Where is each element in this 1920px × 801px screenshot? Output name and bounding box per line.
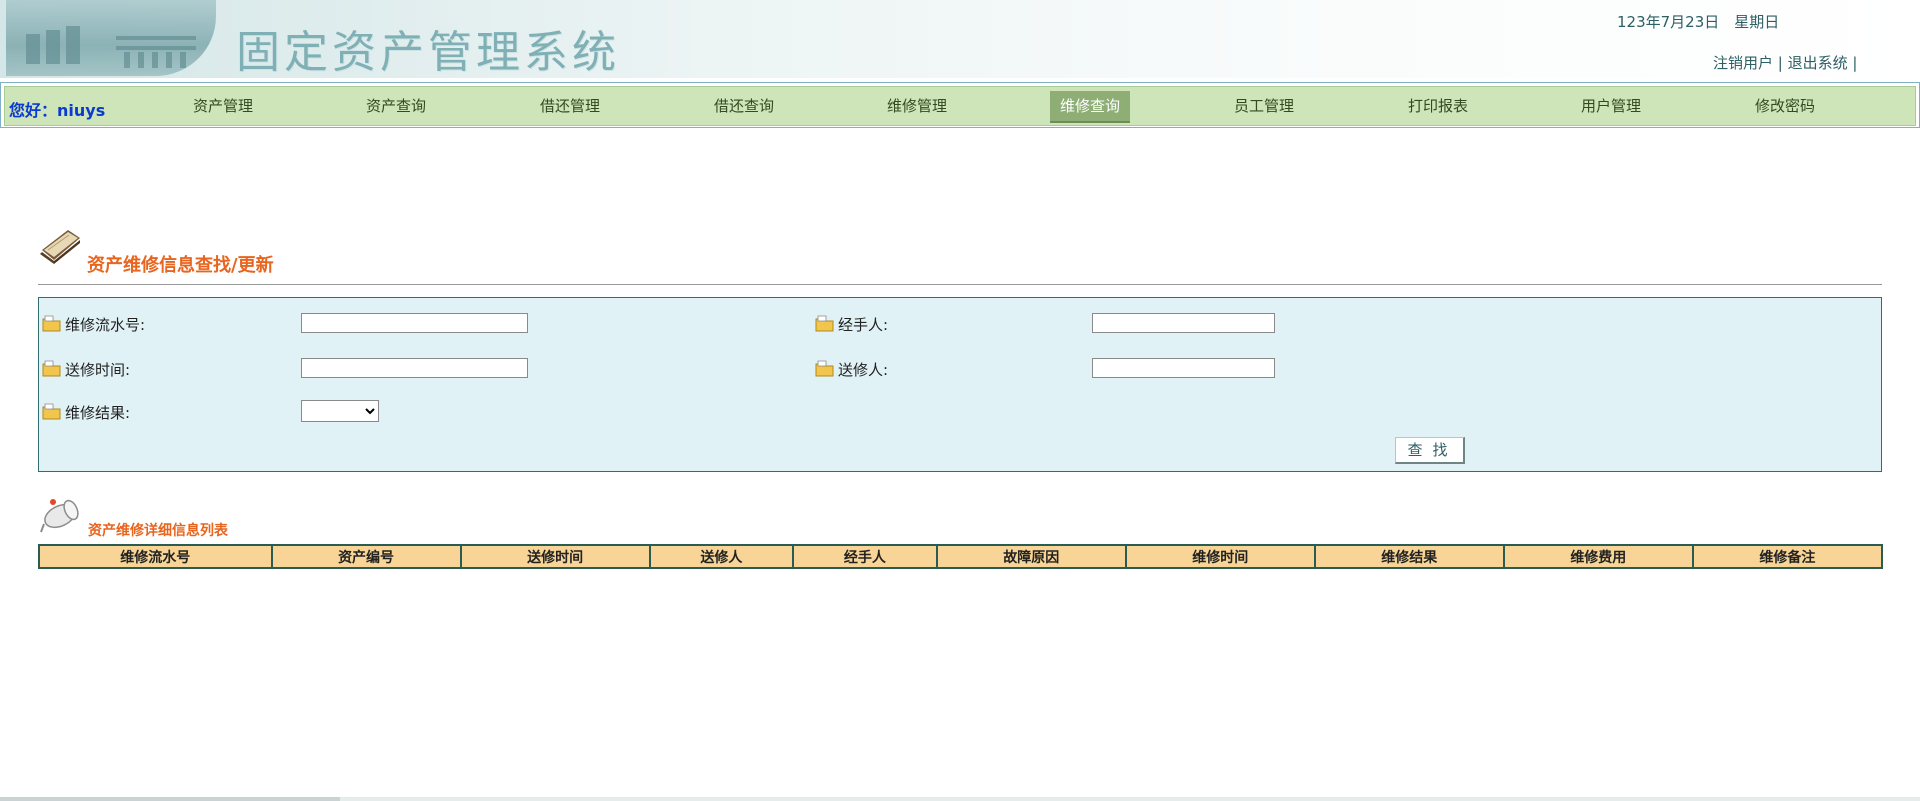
folder-icon <box>42 403 61 420</box>
nav-item-change-password[interactable]: 修改密码 <box>1745 91 1825 121</box>
nav-item-repair-management[interactable]: 维修管理 <box>877 91 957 121</box>
logout-user-link[interactable]: 注销用户 <box>1713 54 1773 72</box>
col-repair-note[interactable]: 维修备注 <box>1691 544 1884 569</box>
sender-label: 送修人: <box>838 361 889 379</box>
folder-icon <box>815 360 834 377</box>
sender-label-row: 送修人: <box>815 359 888 380</box>
link-separator: | <box>1777 54 1788 72</box>
col-serial-number[interactable]: 维修流水号 <box>38 544 273 569</box>
send-time-label-row: 送修时间: <box>42 359 130 380</box>
col-send-time[interactable]: 送修时间 <box>459 544 651 569</box>
col-sender[interactable]: 送修人 <box>648 544 795 569</box>
horizontal-scrollbar[interactable] <box>0 797 1920 801</box>
app-header: 固定资产管理系统 123年7月23日 星期日 注销用户 | 退出系统 | <box>0 0 1920 78</box>
folder-icon <box>42 315 61 332</box>
nav-item-repair-query[interactable]: 维修查询 <box>1049 91 1131 123</box>
nav-item-user-management[interactable]: 用户管理 <box>1571 91 1651 121</box>
send-time-label: 送修时间: <box>65 361 131 379</box>
user-greeting: 您好：niuys <box>9 101 106 120</box>
send-time-input[interactable] <box>301 358 528 378</box>
result-label-row: 维修结果: <box>42 402 130 423</box>
current-date: 123年7月23日 星期日 <box>1617 13 1780 31</box>
megaphone-icon <box>40 499 79 533</box>
serial-number-input[interactable] <box>301 313 528 333</box>
building-logo-icon <box>6 0 216 76</box>
search-section-title: 资产维修信息查找/更新 <box>87 255 274 276</box>
handler-input[interactable] <box>1092 313 1275 333</box>
handler-label: 经手人: <box>838 316 889 334</box>
col-handler[interactable]: 经手人 <box>792 544 938 569</box>
repair-result-select[interactable] <box>301 400 379 422</box>
table-header-row: 维修流水号 资产编号 送修时间 送修人 经手人 故障原因 维修时间 维修结果 维… <box>38 544 1884 569</box>
section-divider <box>38 284 1882 285</box>
list-section-title: 资产维修详细信息列表 <box>88 523 228 539</box>
col-repair-time[interactable]: 维修时间 <box>1124 544 1316 569</box>
nav-item-asset-management[interactable]: 资产管理 <box>183 91 263 121</box>
exit-system-link[interactable]: 退出系统 <box>1788 54 1848 72</box>
folder-icon <box>815 315 834 332</box>
col-repair-cost[interactable]: 维修费用 <box>1502 544 1694 569</box>
handler-label-row: 经手人: <box>815 314 888 335</box>
book-icon <box>40 230 80 264</box>
search-button[interactable]: 查找 <box>1395 437 1465 464</box>
main-nav: 您好：niuys 资产管理 资产查询 借还管理 借还查询 维修管理 维修查询 员… <box>4 86 1916 126</box>
serial-label-row: 维修流水号: <box>42 314 145 335</box>
repair-result-label: 维修结果: <box>65 404 131 422</box>
scrollbar-thumb[interactable] <box>0 797 340 801</box>
nav-item-staff-management[interactable]: 员工管理 <box>1224 91 1304 121</box>
app-title: 固定资产管理系统 <box>236 27 620 78</box>
nav-frame: 您好：niuys 资产管理 资产查询 借还管理 借还查询 维修管理 维修查询 员… <box>0 82 1920 128</box>
serial-number-label: 维修流水号: <box>65 316 146 334</box>
folder-icon <box>42 360 61 377</box>
top-links: 注销用户 | 退出系统 | <box>1713 52 1857 73</box>
nav-item-borrow-query[interactable]: 借还查询 <box>704 91 784 121</box>
nav-item-print-report[interactable]: 打印报表 <box>1398 91 1478 121</box>
col-repair-result[interactable]: 维修结果 <box>1313 544 1505 569</box>
nav-item-borrow-management[interactable]: 借还管理 <box>530 91 610 121</box>
link-separator: | <box>1852 54 1858 72</box>
sender-input[interactable] <box>1092 358 1275 378</box>
col-asset-number[interactable]: 资产编号 <box>270 544 462 569</box>
col-fault-reason[interactable]: 故障原因 <box>935 544 1127 569</box>
repair-detail-table: 维修流水号 资产编号 送修时间 送修人 经手人 故障原因 维修时间 维修结果 维… <box>38 544 1884 569</box>
nav-item-asset-query[interactable]: 资产查询 <box>356 91 436 121</box>
